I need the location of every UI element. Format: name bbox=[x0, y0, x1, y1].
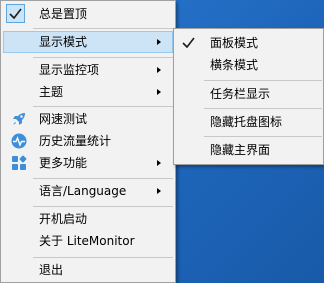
menu-item-label: 主题 bbox=[39, 85, 64, 99]
menu-separator bbox=[33, 206, 173, 207]
submenu-item-panel-mode[interactable]: 面板模式 bbox=[176, 32, 321, 54]
menu-item-label: 历史流量统计 bbox=[39, 134, 112, 148]
menu-item-label: 总是置顶 bbox=[39, 7, 88, 21]
pulse-icon bbox=[11, 133, 27, 149]
submenu-arrow-icon bbox=[157, 188, 161, 194]
menu-item-autostart[interactable]: 开机启动 bbox=[3, 208, 173, 230]
menu-item-label: 关于 LiteMonitor bbox=[39, 234, 135, 248]
menu-item-display-items[interactable]: 显示监控项 bbox=[3, 59, 173, 81]
menu-item-label: 显示模式 bbox=[39, 35, 88, 49]
check-icon bbox=[6, 4, 25, 23]
menu-item-label: 隐藏主界面 bbox=[210, 143, 271, 157]
menu-item-exit[interactable]: 退出 bbox=[3, 259, 173, 281]
rocket-icon bbox=[11, 111, 27, 127]
menu-separator bbox=[33, 257, 173, 258]
menu-separator bbox=[33, 57, 173, 58]
menu-separator bbox=[204, 136, 322, 137]
submenu-item-taskbar-display[interactable]: 任务栏显示 bbox=[176, 83, 321, 105]
menu-item-about[interactable]: 关于 LiteMonitor bbox=[3, 230, 173, 252]
menu-item-label: 横条模式 bbox=[210, 58, 259, 72]
menu-item-traffic-stats[interactable]: 历史流量统计 bbox=[3, 130, 173, 152]
menu-separator bbox=[33, 178, 173, 179]
menu-item-theme[interactable]: 主题 bbox=[3, 81, 173, 103]
submenu-arrow-icon bbox=[157, 160, 161, 166]
menu-item-language[interactable]: 语言/Language bbox=[3, 180, 173, 202]
apps-grid-icon bbox=[11, 155, 27, 171]
menu-item-label: 隐藏托盘图标 bbox=[210, 115, 283, 129]
menu-separator bbox=[204, 80, 322, 81]
submenu-item-bar-mode[interactable]: 横条模式 bbox=[176, 54, 321, 76]
menu-item-label: 面板模式 bbox=[210, 36, 259, 50]
menu-separator bbox=[33, 28, 173, 29]
submenu-item-hide-tray-icon[interactable]: 隐藏托盘图标 bbox=[176, 111, 321, 133]
menu-item-always-on-top[interactable]: 总是置顶 bbox=[3, 3, 173, 25]
menu-item-label: 语言/Language bbox=[39, 184, 127, 198]
menu-item-label: 退出 bbox=[39, 263, 64, 277]
submenu-arrow-icon bbox=[157, 89, 161, 95]
menu-item-label: 开机启动 bbox=[39, 212, 88, 226]
submenu-item-hide-main-window[interactable]: 隐藏主界面 bbox=[176, 139, 321, 161]
submenu-arrow-icon bbox=[157, 67, 161, 73]
menu-item-speed-test[interactable]: 网速测试 bbox=[3, 108, 173, 130]
display-mode-submenu: 面板模式 横条模式 任务栏显示 隐藏托盘图标 隐藏主界面 bbox=[173, 28, 324, 165]
menu-item-label: 网速测试 bbox=[39, 112, 88, 126]
menu-item-more-features[interactable]: 更多功能 bbox=[3, 152, 173, 174]
menu-item-display-mode[interactable]: 显示模式 bbox=[3, 31, 173, 53]
menu-separator bbox=[33, 106, 173, 107]
context-menu: 总是置顶 显示模式 显示监控项 主题 网速测试 历史流量统计 更多功能 语言/L… bbox=[0, 0, 176, 283]
submenu-arrow-icon bbox=[157, 39, 161, 45]
menu-item-label: 任务栏显示 bbox=[210, 87, 271, 101]
check-icon bbox=[181, 35, 197, 51]
menu-item-label: 更多功能 bbox=[39, 156, 88, 170]
menu-separator bbox=[204, 108, 322, 109]
menu-item-label: 显示监控项 bbox=[39, 63, 100, 77]
